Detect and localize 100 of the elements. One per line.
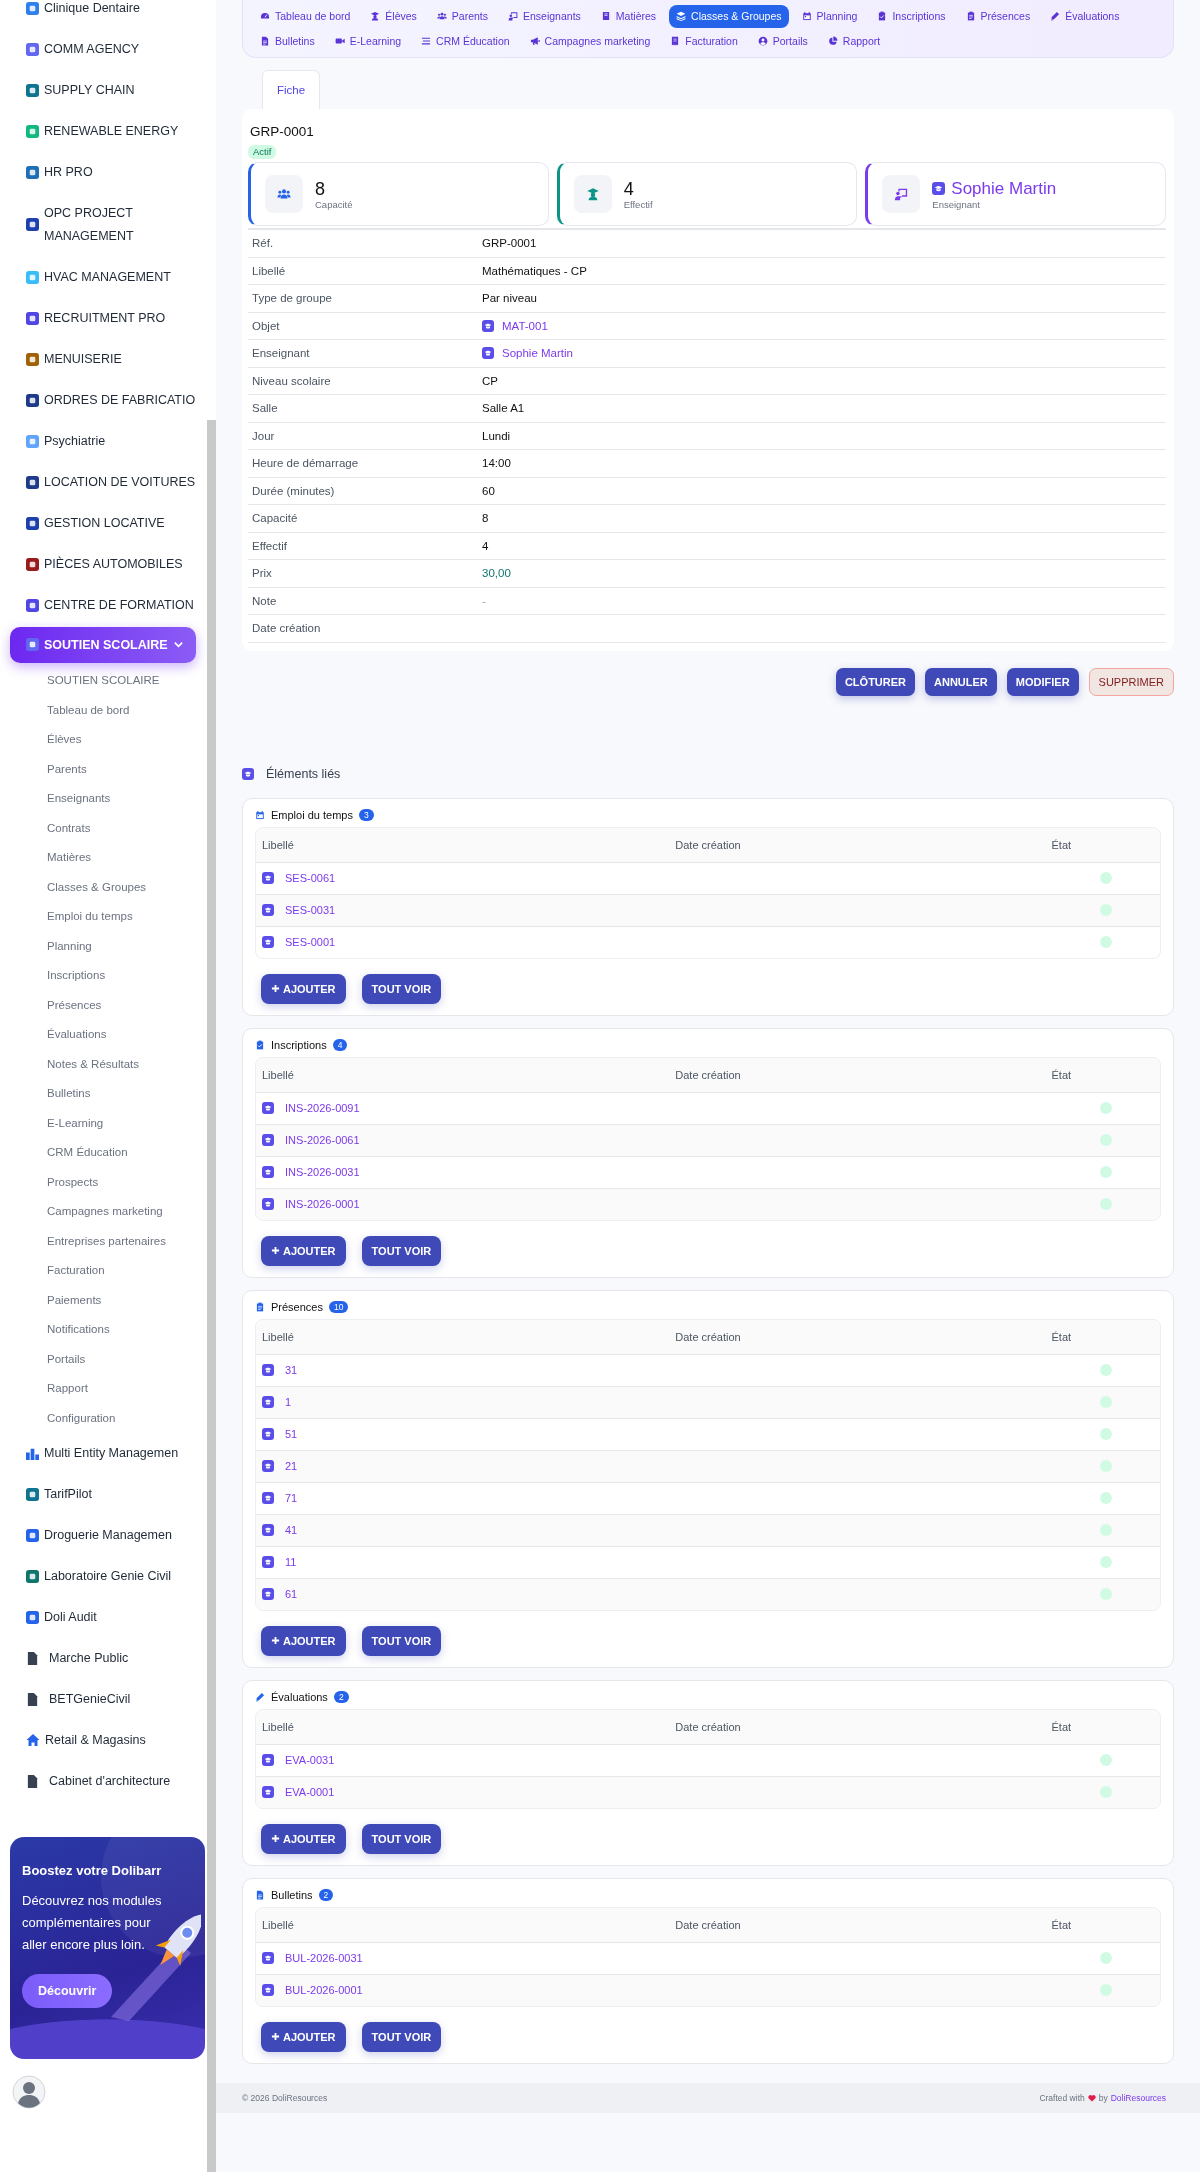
- submenu-item[interactable]: Classes & Groupes: [47, 880, 147, 893]
- add-button[interactable]: AJOUTER: [261, 2021, 346, 2052]
- record-link[interactable]: 71: [285, 1492, 298, 1504]
- record-link[interactable]: EVA-0031: [285, 1754, 335, 1766]
- sidebar-item[interactable]: RENEWABLE ENERGY: [0, 110, 207, 152]
- sidebar-item[interactable]: SUPPLY CHAIN: [0, 69, 207, 111]
- submenu-item[interactable]: Évaluations: [47, 1028, 107, 1041]
- sidebar-item[interactable]: HR PRO: [0, 151, 207, 193]
- nav-tab[interactable]: Parents: [429, 4, 495, 28]
- submenu-item[interactable]: Emploi du temps: [47, 910, 133, 923]
- record-link[interactable]: SES-0061: [285, 872, 336, 884]
- submenu-item[interactable]: Facturation: [47, 1264, 105, 1277]
- submenu-item[interactable]: Paiements: [47, 1293, 102, 1306]
- sidebar-item[interactable]: TarifPilot: [0, 1473, 207, 1515]
- record-link[interactable]: INS-2026-0061: [285, 1134, 360, 1146]
- record-link[interactable]: 1: [285, 1396, 292, 1408]
- submenu-item[interactable]: E-Learning: [47, 1116, 104, 1129]
- footer-link[interactable]: DoliResources: [1110, 2093, 1166, 2103]
- sidebar-item[interactable]: GESTION LOCATIVE: [0, 502, 207, 544]
- record-link[interactable]: BUL-2026-0031: [285, 1952, 363, 1964]
- sidebar-item[interactable]: BETGenieCivil: [0, 1678, 207, 1720]
- submenu-item[interactable]: Bulletins: [47, 1087, 91, 1100]
- submenu-item[interactable]: Élèves: [47, 733, 82, 746]
- sidebar-item[interactable]: PIÈCES AUTOMOBILES: [0, 543, 207, 585]
- add-button[interactable]: AJOUTER: [261, 1235, 346, 1266]
- submenu-item[interactable]: Inscriptions: [47, 969, 106, 982]
- submenu-item[interactable]: Contrats: [47, 821, 91, 834]
- record-tab[interactable]: Fiche: [262, 70, 321, 109]
- view-all-button[interactable]: TOUT VOIR: [361, 2021, 442, 2052]
- sidebar-item[interactable]: RECRUITMENT PRO: [0, 297, 207, 339]
- sidebar-item[interactable]: COMM AGENCY: [0, 28, 207, 70]
- nav-tab[interactable]: Matières: [593, 4, 664, 28]
- submenu-item[interactable]: Planning: [47, 939, 92, 952]
- submenu-item[interactable]: Tableau de bord: [47, 703, 130, 716]
- record-link[interactable]: 51: [285, 1428, 298, 1440]
- nav-tab[interactable]: Planning: [794, 4, 865, 28]
- submenu-item[interactable]: CRM Éducation: [47, 1146, 128, 1159]
- discover-button[interactable]: Découvrir: [22, 1973, 113, 2008]
- sidebar-item[interactable]: Psychiatrie: [0, 420, 207, 462]
- sidebar-item[interactable]: CENTRE DE FORMATION: [0, 584, 207, 626]
- record-link[interactable]: INS-2026-0031: [285, 1166, 360, 1178]
- sidebar-item[interactable]: Cabinet d'architecture: [0, 1760, 207, 1802]
- nav-tab[interactable]: CRM Éducation: [414, 29, 517, 53]
- teacher-link[interactable]: Sophie Martin: [951, 178, 1057, 199]
- submenu-item[interactable]: Campagnes marketing: [47, 1205, 163, 1218]
- add-button[interactable]: AJOUTER: [261, 1625, 346, 1656]
- record-link[interactable]: 31: [285, 1364, 298, 1376]
- submenu-item[interactable]: Notifications: [47, 1323, 110, 1336]
- nav-tab[interactable]: Tableau de bord: [253, 4, 358, 28]
- record-link[interactable]: EVA-0001: [285, 1786, 335, 1798]
- avatar[interactable]: [12, 2074, 46, 2109]
- submenu-item[interactable]: Rapport: [47, 1382, 88, 1395]
- action-button[interactable]: MODIFIER: [1006, 667, 1079, 696]
- submenu-item[interactable]: Parents: [47, 762, 87, 775]
- sidebar-item[interactable]: Marche Public: [0, 1637, 207, 1679]
- record-link[interactable]: SES-0001: [285, 936, 336, 948]
- sidebar-item[interactable]: ORDRES DE FABRICATIO: [0, 379, 207, 421]
- view-all-button[interactable]: TOUT VOIR: [361, 973, 442, 1004]
- submenu-item[interactable]: Configuration: [47, 1411, 116, 1424]
- record-link[interactable]: INS-2026-0001: [285, 1198, 360, 1210]
- field-link[interactable]: Sophie Martin: [502, 347, 573, 360]
- sidebar-item[interactable]: Doli Audit: [0, 1596, 207, 1638]
- sidebar-item-active[interactable]: SOUTIEN SCOLAIRE: [10, 626, 196, 663]
- record-link[interactable]: SES-0031: [285, 904, 336, 916]
- submenu-item[interactable]: Matières: [47, 851, 92, 864]
- sidebar-item[interactable]: Retail & Magasins: [0, 1719, 207, 1761]
- submenu-item[interactable]: SOUTIEN SCOLAIRE: [47, 674, 160, 687]
- submenu-item[interactable]: Présences: [47, 998, 102, 1011]
- sidebar-item[interactable]: HVAC MANAGEMENT: [0, 256, 207, 298]
- view-all-button[interactable]: TOUT VOIR: [361, 1625, 442, 1656]
- sidebar-item[interactable]: Clinique Dentaire: [0, 0, 207, 29]
- record-link[interactable]: 41: [285, 1524, 298, 1536]
- nav-tab[interactable]: Enseignants: [501, 4, 588, 28]
- sidebar-item[interactable]: Multi Entity Managemen: [0, 1432, 207, 1474]
- nav-tab[interactable]: Évaluations: [1043, 4, 1127, 28]
- nav-tab[interactable]: Facturation: [663, 29, 745, 53]
- add-button[interactable]: AJOUTER: [261, 973, 346, 1004]
- sidebar-item[interactable]: MENUISERIE: [0, 338, 207, 380]
- nav-tab[interactable]: Élèves: [363, 4, 424, 28]
- record-link[interactable]: BUL-2026-0001: [285, 1984, 363, 1996]
- add-button[interactable]: AJOUTER: [261, 1823, 346, 1854]
- nav-tab[interactable]: Portails: [750, 29, 815, 53]
- action-button[interactable]: ANNULER: [925, 667, 997, 696]
- submenu-item[interactable]: Notes & Résultats: [47, 1057, 140, 1070]
- nav-tab[interactable]: Classes & Groupes: [669, 4, 789, 28]
- sidebar-item[interactable]: OPC PROJECT MANAGEMENT: [0, 192, 207, 257]
- record-link[interactable]: 21: [285, 1460, 298, 1472]
- field-link[interactable]: MAT-001: [502, 319, 548, 332]
- nav-tab[interactable]: Inscriptions: [870, 4, 953, 28]
- view-all-button[interactable]: TOUT VOIR: [361, 1823, 442, 1854]
- nav-tab[interactable]: E-Learning: [327, 29, 409, 53]
- record-link[interactable]: 11: [285, 1556, 297, 1568]
- nav-tab[interactable]: Bulletins: [253, 29, 322, 53]
- chevron-icon[interactable]: [173, 639, 184, 650]
- nav-tab[interactable]: Présences: [958, 4, 1038, 28]
- sidebar-item[interactable]: Droguerie Managemen: [0, 1514, 207, 1556]
- sidebar-item[interactable]: LOCATION DE VOITURES: [0, 461, 207, 503]
- record-link[interactable]: 61: [285, 1588, 298, 1600]
- scrollbar-thumb[interactable]: [207, 420, 216, 2172]
- action-button[interactable]: CLÔTURER: [835, 667, 916, 696]
